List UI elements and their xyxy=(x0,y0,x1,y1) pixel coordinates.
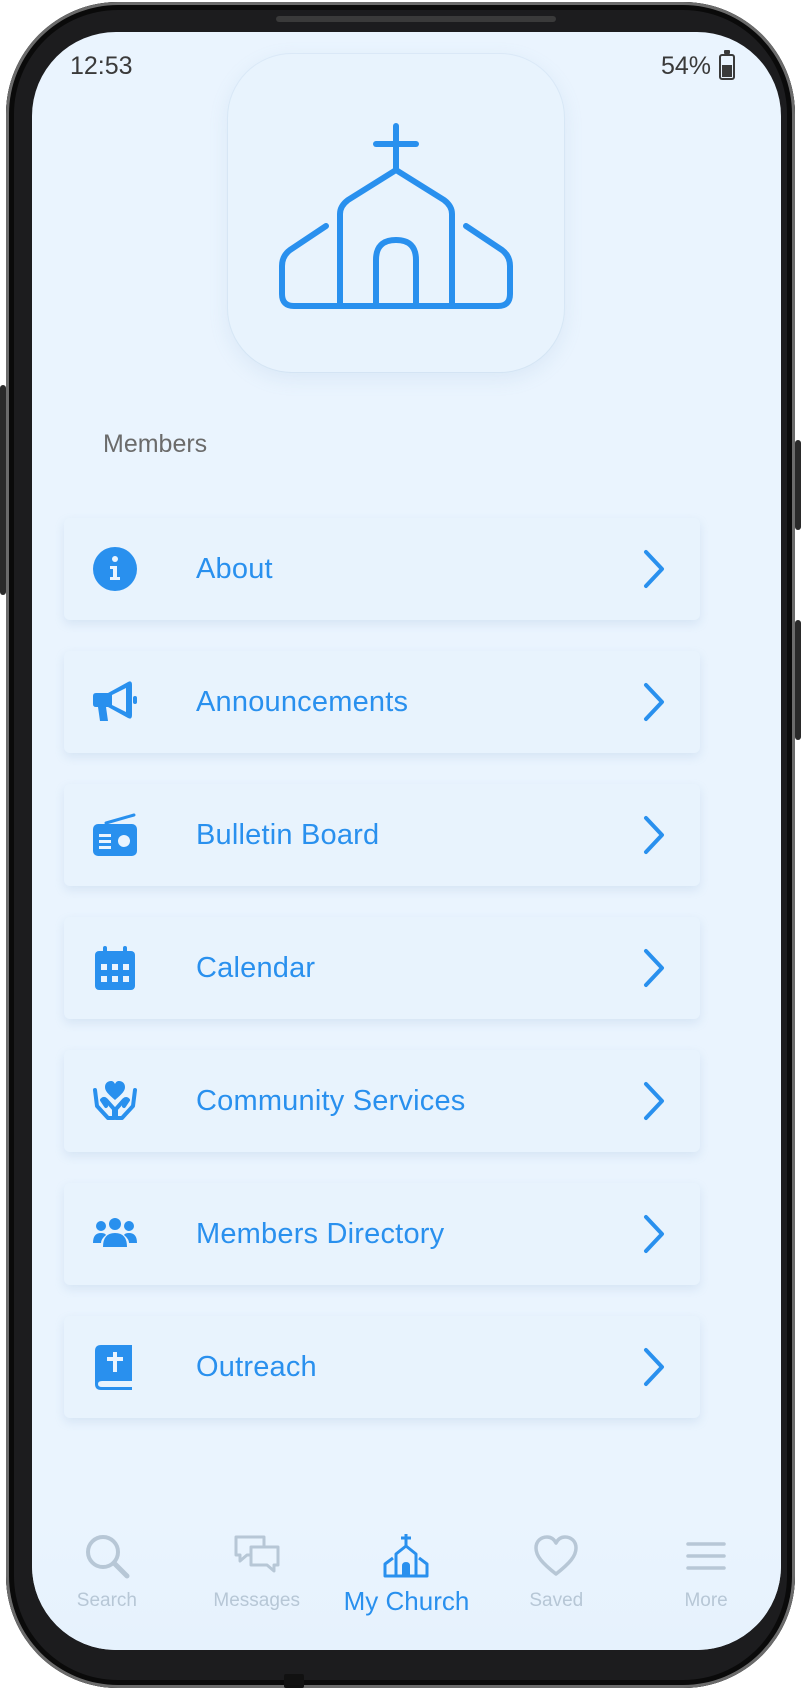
bottom-tab-bar: Search Messages My Church Saved More xyxy=(32,1510,781,1650)
chevron-right-icon xyxy=(640,1346,668,1388)
menu-item-announcements[interactable]: Announcements xyxy=(64,651,700,753)
tab-search[interactable]: Search xyxy=(32,1510,182,1650)
tab-label: My Church xyxy=(343,1586,470,1616)
chevron-right-icon xyxy=(640,548,668,590)
app-screen: 12:53 54% Members About Announcements Bu… xyxy=(32,32,781,1650)
menu-item-label: Bulletin Board xyxy=(196,818,380,851)
chevron-right-icon xyxy=(640,681,668,723)
status-time: 12:53 xyxy=(70,52,133,80)
chevron-right-icon xyxy=(640,1213,668,1255)
menu-item-label: Calendar xyxy=(196,951,316,984)
menu-item-outreach[interactable]: Outreach xyxy=(64,1316,700,1418)
tab-label: Search xyxy=(76,1590,137,1611)
tab-label: Messages xyxy=(213,1590,300,1611)
phone-frame: 12:53 54% Members About Announcements Bu… xyxy=(6,2,795,1688)
church-logo xyxy=(228,54,564,372)
menu-item-label: Outreach xyxy=(196,1350,317,1383)
battery-indicator: 54% xyxy=(660,49,735,81)
side-button xyxy=(0,385,6,595)
menu-item-bulletin-board[interactable]: Bulletin Board xyxy=(64,784,700,886)
messages-icon xyxy=(233,1532,281,1580)
menu-item-community-services[interactable]: Community Services xyxy=(64,1050,700,1152)
chevron-right-icon xyxy=(640,814,668,856)
earpiece xyxy=(276,16,556,22)
side-button xyxy=(795,440,801,530)
hands-heart-icon xyxy=(92,1078,138,1124)
members-menu: About Announcements Bulletin Board Calen… xyxy=(64,518,700,1449)
church-logo-icon xyxy=(279,123,513,309)
search-icon xyxy=(83,1532,131,1580)
tab-label: Saved xyxy=(529,1590,584,1611)
menu-item-label: Announcements xyxy=(196,685,409,718)
side-button xyxy=(795,620,801,740)
menu-item-label: Members Directory xyxy=(196,1217,445,1250)
tab-more[interactable]: More xyxy=(631,1510,781,1650)
menu-item-calendar[interactable]: Calendar xyxy=(64,917,700,1019)
users-icon xyxy=(92,1211,138,1257)
church-icon xyxy=(382,1532,430,1580)
tab-my-church[interactable]: My Church xyxy=(332,1510,482,1650)
section-title: Members xyxy=(103,430,208,458)
megaphone-icon xyxy=(92,679,138,725)
battery-percent: 54% xyxy=(660,52,711,80)
info-icon xyxy=(92,546,138,592)
menu-item-label: About xyxy=(196,552,273,585)
battery-icon xyxy=(719,49,735,80)
menu-icon xyxy=(682,1532,730,1580)
bottom-notch xyxy=(284,1674,304,1688)
radio-icon xyxy=(92,812,138,858)
bible-icon xyxy=(92,1344,138,1390)
tab-messages[interactable]: Messages xyxy=(182,1510,332,1650)
tab-saved[interactable]: Saved xyxy=(481,1510,631,1650)
chevron-right-icon xyxy=(640,1080,668,1122)
menu-item-about[interactable]: About xyxy=(64,518,700,620)
calendar-icon xyxy=(92,945,138,991)
menu-item-label: Community Services xyxy=(196,1084,466,1117)
chevron-right-icon xyxy=(640,947,668,989)
heart-icon xyxy=(532,1532,580,1580)
menu-item-members-directory[interactable]: Members Directory xyxy=(64,1183,700,1285)
tab-label: More xyxy=(684,1590,728,1611)
